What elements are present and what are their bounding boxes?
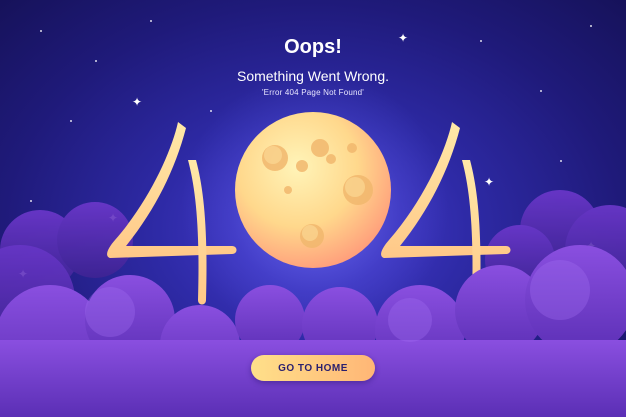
go-to-home-button[interactable]: GO TO HOME	[251, 355, 375, 381]
error-page: ✦ ✦ ✦ ✦ ✦ ✦ ✦ ✦	[0, 0, 626, 417]
moon-icon	[235, 112, 391, 268]
page-title: Oops!	[284, 36, 342, 58]
page-subtitle: Something Went Wrong.	[236, 68, 389, 84]
error-detail: 'Error 404 Page Not Found'	[261, 88, 365, 97]
